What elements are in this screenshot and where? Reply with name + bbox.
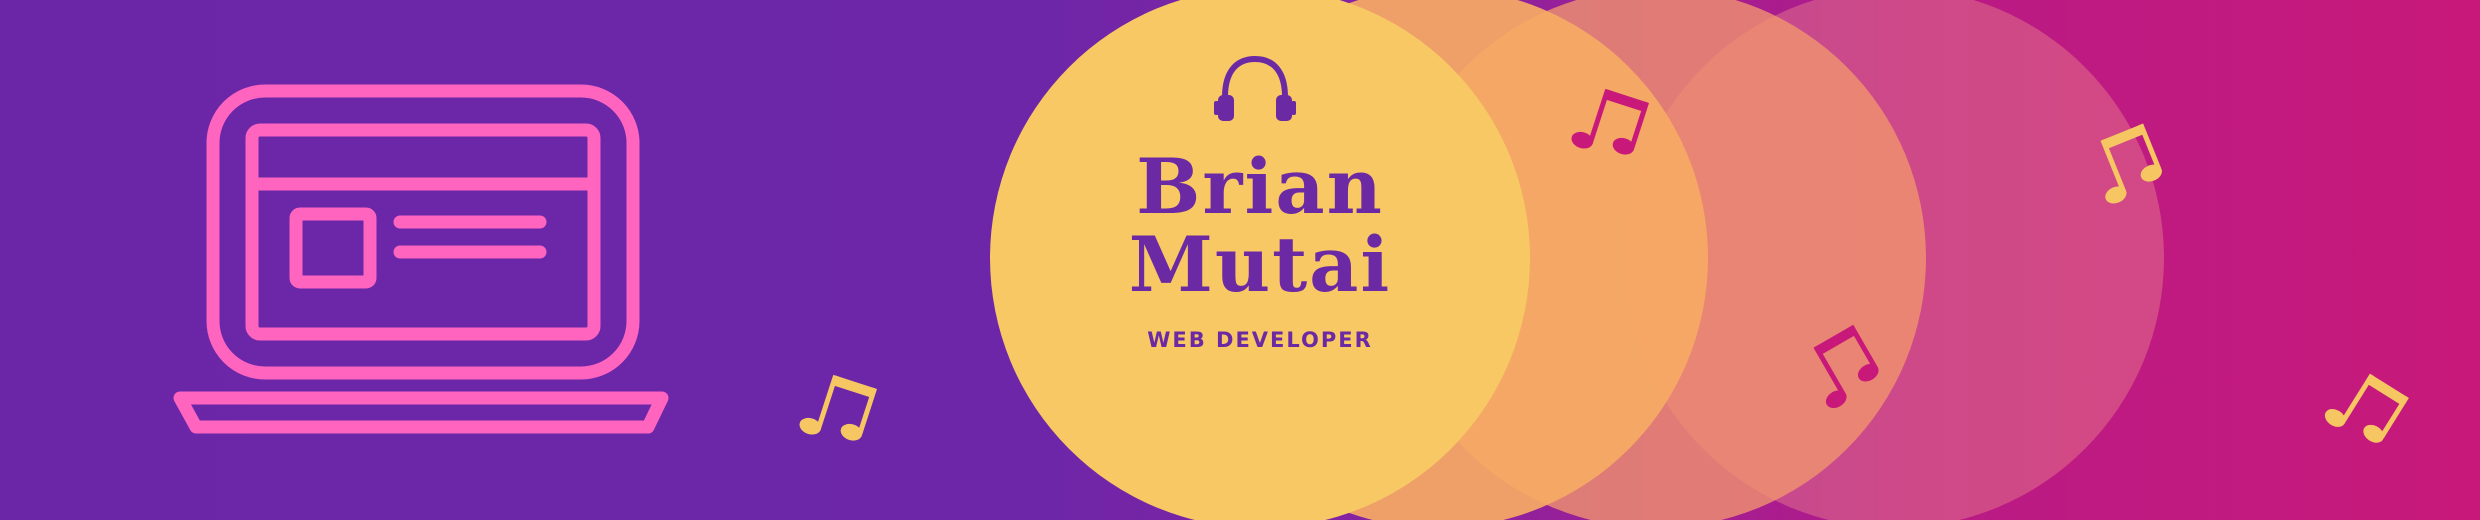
music-note-icon: [2100, 123, 2162, 204]
laptop-icon: [173, 84, 669, 434]
profile-banner: Brian Mutai WEB DEVELOPER: [0, 0, 2480, 520]
headphones-icon: [1214, 55, 1296, 121]
music-note-icon: [1813, 324, 1879, 409]
name-first: Brian: [1136, 142, 1384, 231]
music-note-icon: [799, 374, 878, 441]
role-label: WEB DEVELOPER: [1147, 328, 1373, 352]
music-note-icon: [1571, 88, 1650, 155]
music-note-icon: [2324, 373, 2409, 443]
name-block: Brian Mutai WEB DEVELOPER: [1010, 142, 1510, 353]
name-last: Mutai: [1128, 220, 1392, 309]
